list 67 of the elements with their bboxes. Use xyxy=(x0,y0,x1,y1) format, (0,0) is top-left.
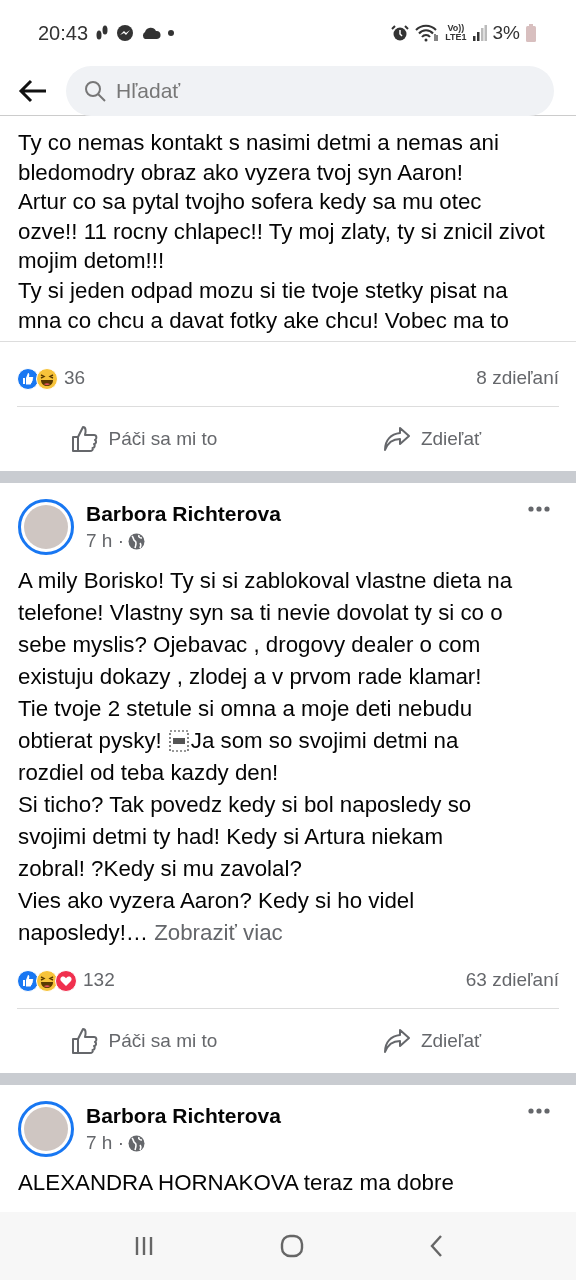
reaction-count[interactable]: 132 xyxy=(83,966,115,995)
object-placeholder-icon xyxy=(168,730,189,753)
signal-icon xyxy=(472,25,487,41)
home-icon[interactable] xyxy=(280,1234,304,1258)
globe-icon xyxy=(128,532,146,550)
footprints-icon xyxy=(95,24,110,42)
dot-icon xyxy=(168,30,175,36)
post-text: bledomodry obraz ako vyzera tvoj syn Aaron! xyxy=(18,158,463,187)
like-reaction-icon xyxy=(17,969,39,992)
post-text: rozdiel od teba kazdy den! xyxy=(18,759,279,788)
post-text: Vies ako vyzera Aaron? Kedy si ho videl xyxy=(18,887,415,916)
share-button[interactable]: Zdieľať xyxy=(288,424,576,454)
search-icon xyxy=(84,79,106,102)
post-text: zobral! ?Kedy si mu zavolal? xyxy=(18,855,302,884)
post-text: sebe myslis? Ojebavac , drogovy dealer o com xyxy=(18,631,481,660)
heart-reaction-icon xyxy=(55,969,77,992)
post-time: 7 h · xyxy=(86,1131,125,1156)
author-name[interactable]: Barbora Richterova xyxy=(86,1102,528,1131)
thumbs-up-icon xyxy=(70,1027,99,1056)
see-more-link[interactable]: Zobraziť viac xyxy=(154,917,283,950)
reaction-count[interactable]: 36 xyxy=(64,364,86,393)
post-text: A mily Borisko! Ty si si zablokoval vlastne dieta na xyxy=(18,567,513,596)
share-arrow-icon xyxy=(382,426,411,453)
wifi-icon xyxy=(415,24,440,42)
post-text: ALEXANDRA HORNAKOVA teraz ma dobre xyxy=(18,1169,454,1198)
post-text: telefone! Vlastny syn sa ti nevie dovolat ty si co o xyxy=(18,599,503,628)
network-label: LTE1 xyxy=(445,33,467,42)
post-text: obtierat pysky! xyxy=(18,727,162,756)
share-arrow-icon xyxy=(382,1028,411,1055)
avatar[interactable] xyxy=(24,505,68,550)
post-text: naposledy!… xyxy=(18,919,149,948)
laughing-reaction-icon xyxy=(36,969,58,992)
post-text: Ty si jeden odpad mozu si tie tvoje stetky pisat na xyxy=(18,276,508,305)
laughing-reaction-icon xyxy=(36,367,58,390)
messenger-icon xyxy=(116,24,135,42)
post-text: Ty co nemas kontakt s nasimi detmi a nemas ani xyxy=(18,129,499,157)
more-options-icon[interactable] xyxy=(528,506,550,513)
battery-icon xyxy=(526,24,536,42)
network-label: Vo)) xyxy=(447,24,465,33)
post-text: ozve!! 11 rocny chlapec!! Ty moj zlaty, ty si znicil zivot xyxy=(18,217,545,246)
avatar[interactable] xyxy=(24,1107,68,1152)
post-text: Tie tvoje 2 stetule si omna a moje deti nebudu xyxy=(18,695,473,724)
clock: 20:43 xyxy=(38,21,89,46)
share-count[interactable]: 63 zdieľaní xyxy=(465,966,559,995)
share-count[interactable]: 8 zdieľaní xyxy=(476,364,559,393)
post-text: mna co chcu a davat fotky ake chcu! Vobec ma to xyxy=(18,306,509,335)
post-text: mojim detom!!! xyxy=(18,247,165,276)
like-reaction-icon xyxy=(17,367,39,390)
more-options-icon[interactable] xyxy=(528,1108,550,1115)
post-time: 7 h · xyxy=(86,529,125,554)
thumbs-up-icon xyxy=(70,425,99,454)
globe-icon xyxy=(128,1134,146,1152)
search-field[interactable]: Hľadať xyxy=(66,65,554,116)
battery-percent: 3% xyxy=(492,20,520,45)
like-button[interactable]: Páči sa mi to xyxy=(0,1026,288,1056)
back-arrow-icon[interactable] xyxy=(18,78,48,103)
back-icon[interactable] xyxy=(429,1234,444,1258)
post-text: Ja som so svojimi detmi na xyxy=(190,727,459,756)
post-text: Artur co sa pytal tvojho sofera kedy sa mu otec xyxy=(18,188,482,217)
post-text: existuju dokazy , zlodej a v prvom rade klamar! xyxy=(18,663,482,692)
share-button[interactable]: Zdieľať xyxy=(288,1026,576,1056)
like-button[interactable]: Páči sa mi to xyxy=(0,424,288,454)
alarm-icon xyxy=(391,24,410,42)
cloud-icon xyxy=(141,27,162,39)
author-name[interactable]: Barbora Richterova xyxy=(86,500,528,529)
post-text: Si ticho? Tak povedz kedy si bol naposledy so xyxy=(18,791,472,820)
post-text: svojimi detmi ty had! Kedy si Artura niekam xyxy=(18,823,444,852)
